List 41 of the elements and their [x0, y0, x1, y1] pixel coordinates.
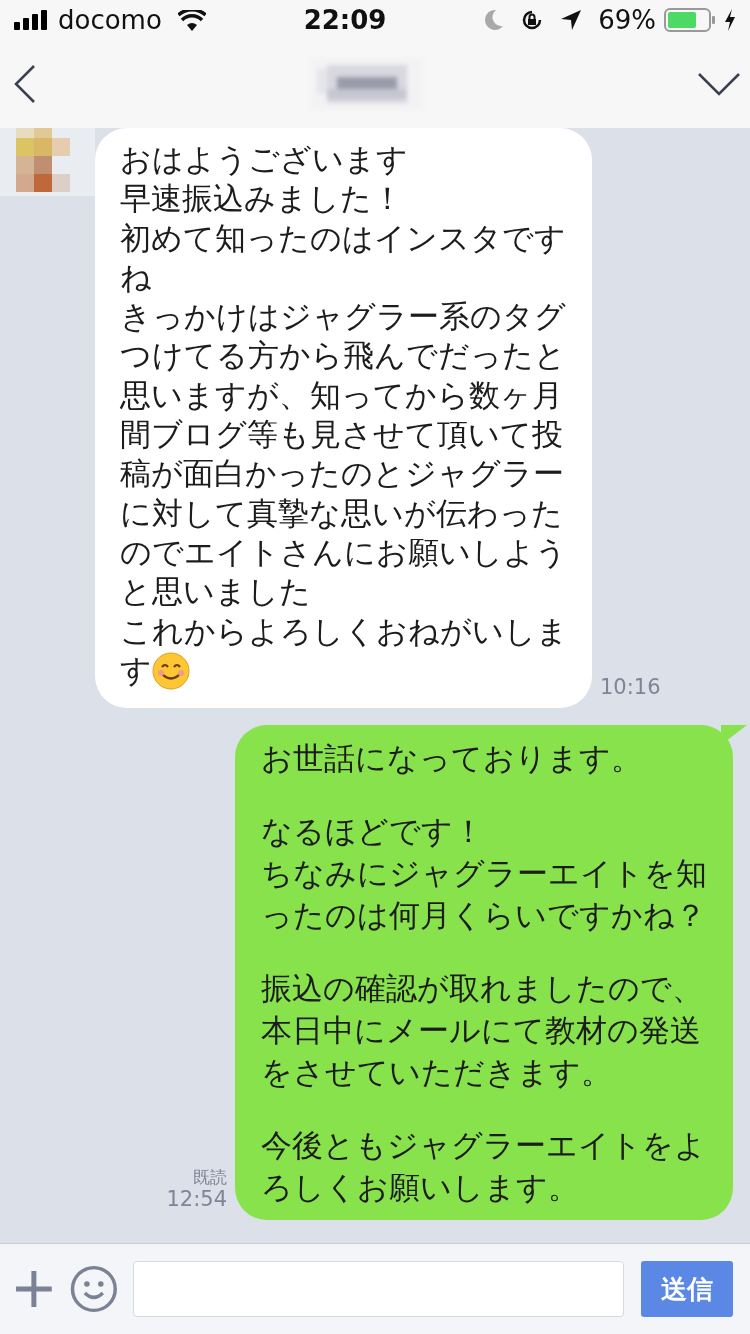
message-input[interactable] — [133, 1261, 625, 1317]
message-text: 本日中にメールにて教材の発送 — [261, 1011, 701, 1051]
message-text: お世話になっております。 — [261, 739, 642, 779]
signal-icon — [14, 10, 50, 30]
message-text: をさせていただきます。 — [261, 1053, 612, 1093]
message-text: ちなみにジャグラーエイトを知 — [261, 854, 707, 894]
message-text: 初めて知ったのはインスタです — [120, 218, 566, 258]
status-time: 22:09 — [303, 4, 387, 35]
message-text: 思いますが、知ってから数ヶ月 — [120, 375, 563, 415]
send-button[interactable]: 送信 — [640, 1261, 733, 1317]
charging-icon — [724, 9, 736, 31]
message-text: 早速振込みました！ — [120, 179, 403, 219]
message-text: なるほどです！ — [261, 812, 484, 852]
message-text: と思いました — [120, 572, 311, 612]
location-icon — [560, 9, 583, 31]
message-text: に対して真摯な思いが伝わった — [120, 493, 563, 533]
message-time: 12:54 — [166, 1186, 227, 1213]
message-time: 10:16 — [600, 674, 661, 701]
plus-icon[interactable] — [14, 1269, 54, 1309]
message-text: のでエイトさんにお願いしよう — [120, 532, 567, 572]
wifi-icon — [177, 9, 206, 31]
message-text: つけてる方から飛んでだったと — [120, 336, 566, 376]
read-receipt: 既読 — [193, 1166, 227, 1187]
chevron-down-icon[interactable] — [698, 72, 740, 96]
carrier-name: docomo — [58, 3, 162, 37]
message-text: ね — [120, 257, 152, 297]
message-text: ったのは何月くらいですかね？ — [261, 896, 706, 936]
message-text: 振込の確認が取れましたので、 — [261, 969, 703, 1009]
emoji-icon[interactable] — [69, 1265, 118, 1313]
message-text: す — [120, 650, 152, 690]
message-text: これからよろしくおねがいしま — [120, 611, 568, 651]
message-text: 稿が面白かったのとジャグラー — [120, 454, 564, 494]
message-text: 今後ともジャグラーエイトをよ — [261, 1126, 706, 1166]
message-text: きっかけはジャグラー系のタグ — [120, 297, 566, 337]
back-icon[interactable] — [14, 65, 36, 103]
message-text: ろしくお願いします。 — [261, 1168, 579, 1208]
message-text: 間ブログ等も見させて頂いて投 — [120, 415, 563, 455]
message-text: おはようございます — [120, 140, 408, 179]
battery-percent: 69% — [598, 3, 656, 37]
battery-icon — [664, 8, 716, 32]
moon-icon — [484, 9, 505, 31]
